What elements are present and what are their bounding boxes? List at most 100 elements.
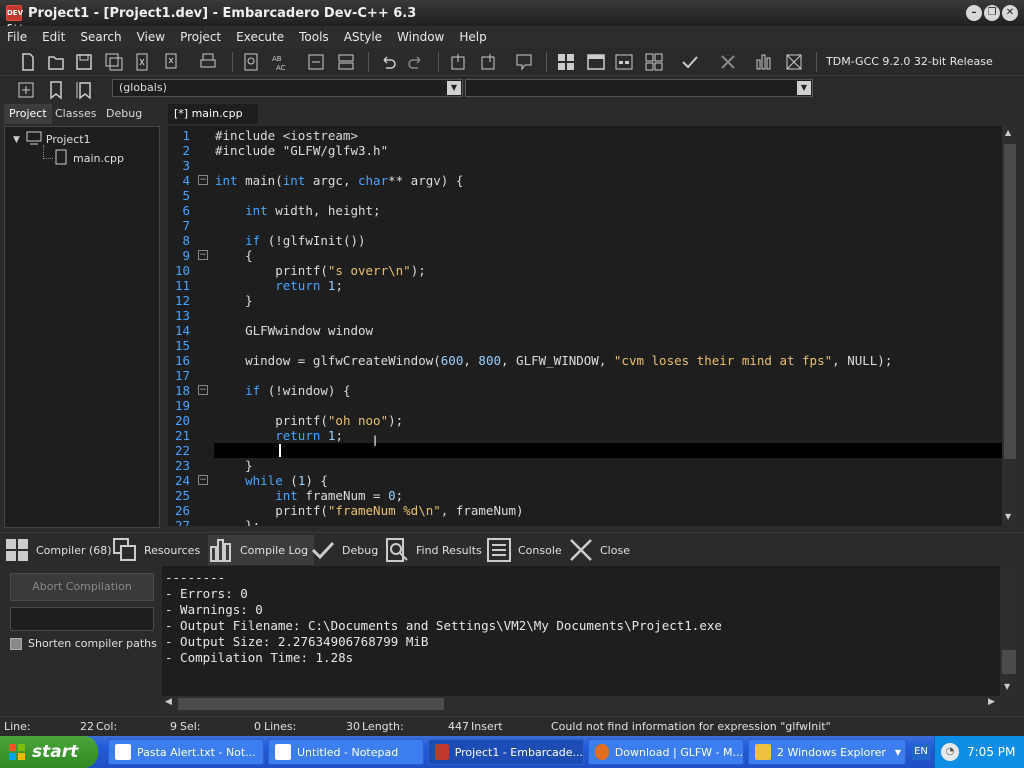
- tab-find-results[interactable]: Find Results: [384, 535, 482, 565]
- chevron-down-icon[interactable]: ▼: [447, 81, 461, 95]
- new-file-icon[interactable]: [16, 51, 40, 73]
- task-devcpp[interactable]: Project1 - Embarcade...: [428, 739, 584, 765]
- rebuild-icon[interactable]: [642, 51, 666, 73]
- bookmark-toggle-icon[interactable]: [476, 51, 500, 73]
- code-line[interactable]: return 1;: [215, 428, 343, 443]
- compile-run-icon[interactable]: [612, 51, 636, 73]
- code-line[interactable]: {: [215, 248, 253, 263]
- indent-icon[interactable]: [304, 51, 328, 73]
- start-button[interactable]: start: [0, 736, 98, 768]
- compile-log-output[interactable]: -------- - Errors: 0 - Warnings: 0 - Out…: [162, 566, 1000, 696]
- task-browser-glfw[interactable]: Download | GLFW - M...: [588, 739, 744, 765]
- chevron-down-icon[interactable]: ▼: [797, 81, 811, 95]
- tab-debug[interactable]: Debug: [101, 104, 147, 124]
- tab-resources[interactable]: Resources: [112, 535, 200, 565]
- menu-view[interactable]: View: [130, 30, 173, 44]
- menu-project[interactable]: Project: [173, 30, 229, 44]
- fold-toggle-icon[interactable]: −: [198, 250, 208, 260]
- chevron-right-icon[interactable]: ▶: [988, 697, 995, 707]
- unindent-icon[interactable]: [334, 51, 358, 73]
- tab-compile-log[interactable]: Compile Log: [208, 535, 315, 565]
- fold-toggle-icon[interactable]: −: [198, 175, 208, 185]
- chevron-down-icon[interactable]: ▼: [1005, 512, 1011, 521]
- shorten-paths-checkbox[interactable]: Shorten compiler paths: [10, 637, 157, 650]
- close-all-icon[interactable]: [160, 51, 184, 73]
- chevron-left-icon[interactable]: ◀: [165, 697, 172, 707]
- tab-debug-output[interactable]: Debug: [310, 535, 378, 565]
- chevron-down-icon[interactable]: ▼: [895, 748, 901, 757]
- task-windows-explorer[interactable]: 2 Windows Explorer ▼: [748, 739, 906, 765]
- code-line[interactable]: int main(int argc, char** argv) {: [215, 173, 463, 188]
- tab-compiler[interactable]: Compiler (68): [4, 535, 112, 565]
- tree-file-node[interactable]: main.cpp: [55, 149, 124, 168]
- code-line[interactable]: #include "GLFW/glfw3.h": [215, 143, 388, 158]
- code-line[interactable]: if (!glfwInit()): [215, 233, 365, 248]
- menu-astyle[interactable]: AStyle: [337, 30, 390, 44]
- volume-icon[interactable]: ◔: [941, 743, 959, 761]
- menu-edit[interactable]: Edit: [35, 30, 73, 44]
- scroll-thumb[interactable]: [1004, 144, 1016, 459]
- save-icon[interactable]: [72, 51, 96, 73]
- language-indicator[interactable]: EN: [912, 744, 930, 760]
- run-icon[interactable]: [584, 51, 608, 73]
- task-pasta-alert[interactable]: Pasta Alert.txt - Not...: [108, 739, 264, 765]
- code-line[interactable]: #include <iostream>: [215, 128, 358, 143]
- chevron-down-icon[interactable]: ▼: [13, 135, 20, 145]
- title-bar[interactable]: DEV C++ Project1 - [Project1.dev] - Emba…: [0, 0, 1024, 31]
- redo-icon[interactable]: [404, 51, 428, 73]
- menu-search[interactable]: Search: [73, 30, 129, 44]
- tab-console[interactable]: Console: [486, 535, 562, 565]
- checkbox-box[interactable]: [10, 637, 22, 650]
- undo-icon[interactable]: [376, 51, 400, 73]
- code-line[interactable]: return 1;: [215, 278, 343, 293]
- save-all-icon[interactable]: [102, 51, 126, 73]
- find-icon[interactable]: [240, 51, 264, 73]
- code-editor[interactable]: 1 2 3 4 5 6 7 8 9 10 11 12 13 14 15 16 17 18 19 20 21 22 23 24 2…: [168, 126, 1002, 526]
- goto-bookmark-icon[interactable]: [72, 79, 96, 101]
- comment-icon[interactable]: [512, 51, 536, 73]
- fold-toggle-icon[interactable]: −: [198, 385, 208, 395]
- fold-toggle-icon[interactable]: −: [198, 475, 208, 485]
- replace-icon[interactable]: AB AC: [268, 51, 292, 73]
- task-untitled-notepad[interactable]: Untitled - Notepad: [268, 739, 424, 765]
- code-line[interactable]: printf("oh noo");: [215, 413, 403, 428]
- log-vertical-scrollbar[interactable]: ▼: [1000, 566, 1018, 696]
- scroll-thumb[interactable]: [178, 698, 444, 710]
- chevron-down-icon[interactable]: ▼: [1004, 682, 1010, 691]
- chevron-up-icon[interactable]: ▲: [1005, 128, 1011, 137]
- delete-profile-icon[interactable]: [782, 51, 806, 73]
- tab-close[interactable]: Close: [568, 535, 630, 565]
- profile-icon[interactable]: [752, 51, 776, 73]
- code-line[interactable]: if (!window) {: [215, 383, 350, 398]
- scope-combo[interactable]: (globals) ▼: [112, 79, 463, 97]
- maximize-button[interactable]: ❐: [984, 5, 1000, 21]
- menu-tools[interactable]: Tools: [292, 30, 337, 44]
- tab-project[interactable]: Project: [4, 104, 52, 124]
- stop-icon[interactable]: [716, 51, 740, 73]
- code-line[interactable]: printf("frameNum %d\n", frameNum): [215, 503, 523, 518]
- tab-main-cpp[interactable]: [*] main.cpp ✕: [168, 104, 258, 140]
- bookmark-icon[interactable]: [44, 79, 68, 101]
- log-horizontal-scrollbar[interactable]: ◀ ▶: [162, 696, 1000, 712]
- member-combo[interactable]: ▼: [465, 79, 813, 97]
- editor-vertical-scrollbar[interactable]: ▲ ▼: [1002, 126, 1018, 526]
- code-line[interactable]: GLFWwindow window: [215, 323, 373, 338]
- minimize-button[interactable]: –: [966, 5, 982, 21]
- menu-window[interactable]: Window: [390, 30, 452, 44]
- code-line[interactable]: int width, height;: [215, 203, 380, 218]
- menu-file[interactable]: File: [0, 30, 35, 44]
- code-line[interactable]: };: [215, 518, 260, 526]
- goto-icon[interactable]: [446, 51, 470, 73]
- tab-classes[interactable]: Classes: [50, 104, 101, 124]
- tree-project-node[interactable]: ▼ Project1: [13, 131, 91, 148]
- close-file-icon[interactable]: [130, 51, 154, 73]
- insert-icon[interactable]: [14, 79, 38, 101]
- code-line[interactable]: window = glfwCreateWindow(600, 800, GLFW…: [215, 353, 892, 368]
- compile-icon[interactable]: [554, 51, 578, 73]
- code-line[interactable]: }: [215, 458, 253, 473]
- code-line[interactable]: }: [215, 293, 253, 308]
- syntax-check-icon[interactable]: [678, 51, 702, 73]
- code-line[interactable]: printf("s overr\n");: [215, 263, 426, 278]
- menu-help[interactable]: Help: [452, 30, 494, 44]
- open-folder-icon[interactable]: [44, 51, 68, 73]
